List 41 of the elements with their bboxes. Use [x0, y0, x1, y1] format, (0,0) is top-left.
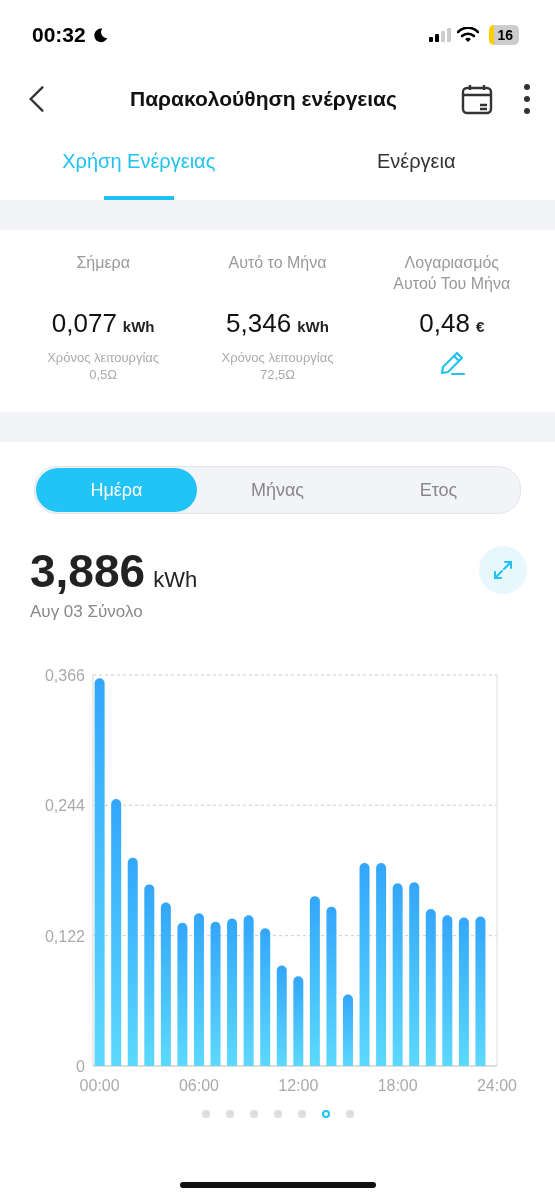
- wifi-icon: [457, 27, 480, 43]
- stat-unit: kWh: [122, 318, 155, 335]
- total-value: 3,886: [30, 544, 146, 598]
- stat-label: Αυτό το Μήνα: [227, 253, 328, 273]
- stat-value: 0,48: [419, 308, 470, 339]
- total-caption: Αυγ 03 Σύνολο: [30, 602, 144, 622]
- runtime-label: Χρόνος λειτουργίας: [47, 349, 160, 366]
- expand-icon: [491, 558, 515, 582]
- period-tab[interactable]: Ημέρα: [36, 468, 197, 512]
- tab[interactable]: Ενέργεια: [277, 128, 555, 200]
- battery-indicator: 16: [489, 25, 519, 45]
- stat-unit: €: [475, 318, 485, 335]
- y-tick-label: 0: [76, 1058, 85, 1075]
- runtime-value: 0,5Ω: [89, 366, 118, 383]
- x-tick-label: 12:00: [278, 1077, 319, 1094]
- more-icon: [523, 83, 531, 115]
- stat-label: Λογαριασμός Αυτού Του Μήνα: [392, 253, 512, 294]
- signal-icon: [429, 28, 452, 42]
- stat-label: Σήμερα: [75, 253, 131, 273]
- total-unit: kWh: [153, 567, 198, 593]
- runtime-value: 72,5Ω: [259, 366, 295, 383]
- moon-icon: [91, 26, 109, 44]
- tab[interactable]: Χρήση Ενέργειας: [0, 128, 278, 200]
- runtime-label: Χρόνος λειτουργίας: [221, 349, 334, 366]
- stat-value: 5,346: [226, 308, 292, 339]
- x-tick-label: 06:00: [178, 1077, 219, 1094]
- status-time: 00:32: [32, 23, 86, 47]
- y-tick-label: 0,366: [44, 667, 85, 684]
- x-tick-label: 00:00: [79, 1077, 120, 1094]
- stat-value: 0,077: [51, 308, 117, 339]
- chevron-left-icon: [28, 85, 46, 113]
- calendar-icon: [461, 83, 493, 115]
- y-tick-label: 0,122: [44, 927, 85, 945]
- stat-unit: kWh: [297, 318, 329, 335]
- chart-bar: [343, 994, 353, 1066]
- x-tick-label: 24:00: [477, 1077, 517, 1094]
- y-tick-label: 0,244: [44, 797, 85, 815]
- period-tab[interactable]: Μήνας: [197, 468, 358, 512]
- x-tick-label: 18:00: [377, 1077, 418, 1094]
- period-tab[interactable]: Ετος: [358, 468, 519, 512]
- page-title: Παρακολούθηση ενέργειας: [129, 87, 398, 111]
